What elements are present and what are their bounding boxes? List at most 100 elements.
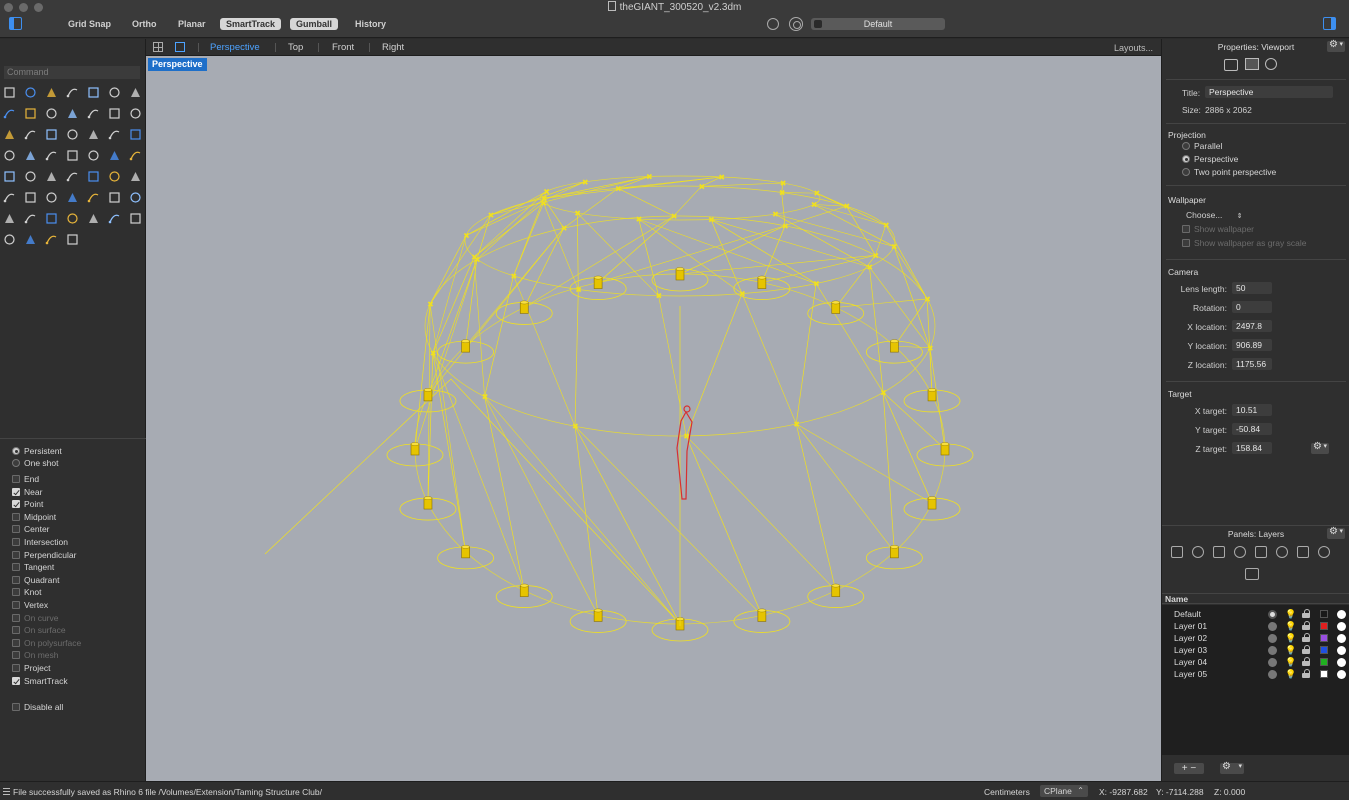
boolean-union-icon[interactable] (45, 128, 58, 141)
strut-line[interactable] (465, 191, 547, 236)
strut-line[interactable] (427, 227, 565, 396)
z-target-field[interactable]: 158.84 (1232, 442, 1272, 454)
move-icon[interactable] (66, 128, 79, 141)
named-views-icon[interactable] (1245, 568, 1259, 580)
layers-options-button[interactable] (1327, 526, 1345, 539)
point-icon[interactable] (24, 86, 37, 99)
point-marker[interactable]: ✖ (540, 199, 547, 208)
lock-icon[interactable] (1302, 645, 1310, 654)
sun-icon[interactable] (24, 233, 37, 246)
tab-right[interactable]: Right (382, 42, 404, 53)
point-marker[interactable]: ✖ (718, 173, 725, 182)
rotate-icon[interactable] (87, 128, 100, 141)
material-icon[interactable] (1337, 610, 1346, 619)
strut-line[interactable] (414, 259, 478, 450)
object-icon[interactable] (1213, 546, 1225, 558)
layer-icon[interactable] (87, 170, 100, 183)
render-icon[interactable] (129, 170, 142, 183)
display-icon[interactable] (1234, 546, 1246, 558)
mode-smarttrack-button[interactable]: SmartTrack (220, 18, 282, 30)
strut-line[interactable] (701, 182, 783, 187)
rendering-icon[interactable] (45, 233, 58, 246)
strut-line[interactable] (432, 352, 525, 591)
osnap-intersection[interactable]: Intersection (12, 536, 68, 548)
render-tab-icon[interactable] (1318, 546, 1330, 558)
add-remove-layer-buttons[interactable]: + − (1174, 763, 1204, 774)
column-top[interactable] (890, 339, 899, 343)
command-history-icon[interactable] (3, 788, 10, 795)
viewport-display-icon[interactable] (1255, 546, 1267, 558)
split-icon[interactable] (66, 149, 79, 162)
material-icon[interactable] (1337, 646, 1346, 655)
material-icon[interactable] (1337, 670, 1346, 679)
toggle-left-sidebar-icon[interactable] (9, 17, 22, 30)
osnap-midpoint[interactable]: Midpoint (12, 511, 56, 523)
layer-row[interactable]: Layer 03 💡 (1162, 644, 1349, 656)
point-marker[interactable]: ✖ (811, 201, 818, 210)
strut-line[interactable] (761, 225, 786, 283)
strut-line[interactable] (741, 293, 797, 425)
point-marker[interactable]: ✖ (656, 292, 663, 301)
point-marker[interactable]: ✖ (843, 202, 850, 211)
layer-color-swatch[interactable] (1320, 670, 1328, 678)
strut-line[interactable] (576, 212, 579, 290)
box-solid-icon[interactable] (3, 170, 16, 183)
point-marker[interactable]: ✖ (582, 178, 589, 187)
title-field[interactable]: Perspective (1205, 86, 1333, 98)
wallpaper-grayscale-checkbox[interactable]: Show wallpaper as gray scale (1182, 238, 1306, 248)
extrude-icon[interactable] (87, 107, 100, 120)
point-marker[interactable]: ✖ (636, 215, 643, 224)
surface-icon[interactable] (66, 107, 79, 120)
point-marker[interactable]: ✖ (561, 224, 568, 233)
projection-perspective[interactable]: Perspective (1182, 154, 1238, 164)
document-icon[interactable] (1192, 546, 1204, 558)
units-indicator[interactable]: Centimeters (984, 787, 1030, 797)
strut-line[interactable] (427, 259, 478, 396)
current-layer-icon[interactable] (1268, 634, 1277, 643)
column-top[interactable] (461, 545, 470, 549)
osnap-center[interactable]: Center (12, 523, 50, 535)
lock-icon[interactable] (1302, 669, 1310, 678)
ellipse-icon[interactable] (108, 86, 121, 99)
point-marker[interactable]: ✖ (891, 242, 898, 251)
layer-color-swatch[interactable] (1320, 646, 1328, 654)
column-top[interactable] (831, 583, 840, 588)
link-icon[interactable] (1265, 58, 1277, 70)
cylinder-icon[interactable] (3, 128, 16, 141)
column-top[interactable] (675, 267, 685, 271)
lens-length-field[interactable]: 50 (1232, 282, 1272, 294)
current-layer-icon[interactable] (1268, 610, 1277, 619)
column-top[interactable] (757, 275, 767, 280)
point-marker[interactable]: ✖ (814, 189, 821, 198)
layer-color-swatch[interactable] (1320, 610, 1328, 618)
point-marker[interactable]: ✖ (779, 189, 786, 198)
current-layer-icon[interactable] (1268, 658, 1277, 667)
block-icon[interactable] (66, 170, 79, 183)
point-marker[interactable]: ✖ (883, 221, 890, 230)
perspective-viewport[interactable]: ✖ ✖ ✖ ✖ ✖ ✖ ✖ ✖ ✖ ✖ ✖ ✖ ✖ ✖ ✖ ✖ ✖ ✖ ✖ ✖ ✖ ✖ ✖ ✖ ✖ ✖ ✖ ✖ ✖ ✖ ✖ ✖ ✖ ✖ ✖ ✖ ✖ ✖ ✖ ✖… (146, 56, 1161, 781)
point-marker[interactable]: ✖ (866, 263, 873, 272)
human-figure[interactable] (676, 411, 693, 500)
osnap-on-curve[interactable]: On curve (12, 612, 59, 624)
material-icon[interactable] (1337, 634, 1346, 643)
group-icon[interactable] (129, 149, 142, 162)
osnap-persistent[interactable]: Persistent (12, 445, 62, 457)
point-marker[interactable]: ✖ (574, 209, 581, 218)
strut-line[interactable] (473, 202, 544, 258)
osnap-vertex[interactable]: Vertex (12, 599, 48, 611)
column-top[interactable] (927, 388, 937, 392)
column-top[interactable] (423, 388, 433, 392)
join-icon[interactable] (87, 149, 100, 162)
point-marker[interactable]: ✖ (872, 251, 879, 260)
strut-line[interactable] (473, 256, 485, 397)
environment-icon[interactable] (3, 233, 16, 246)
strut-line[interactable] (685, 435, 763, 616)
wallpaper-choose-button[interactable]: Choose... ⇕ (1186, 210, 1243, 220)
point-marker[interactable]: ✖ (927, 344, 934, 353)
point-marker[interactable]: ✖ (813, 280, 820, 289)
projection-parallel[interactable]: Parallel (1182, 141, 1222, 151)
camera-icon[interactable] (3, 212, 16, 225)
strut-line[interactable] (894, 345, 930, 349)
point-marker[interactable]: ✖ (793, 420, 800, 429)
osnap-quadrant[interactable]: Quadrant (12, 574, 59, 586)
